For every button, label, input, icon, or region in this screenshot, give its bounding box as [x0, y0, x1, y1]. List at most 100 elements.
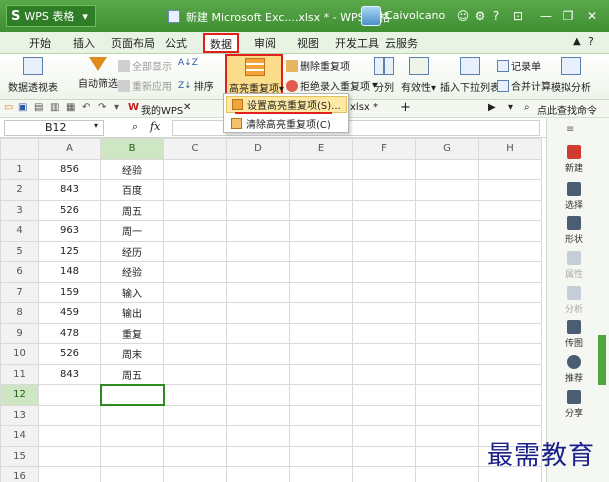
delete-duplicates-button[interactable]: 删除重复项 [286, 58, 350, 73]
autofilter-button[interactable]: 自动筛选 [78, 57, 118, 90]
tab-home[interactable]: 开始 [29, 35, 51, 52]
redo-icon[interactable]: ↷ [98, 102, 106, 113]
cell-b[interactable] [100, 466, 164, 482]
cell-empty[interactable] [163, 158, 227, 180]
clear-highlight-duplicates-item[interactable]: 清除高亮重复项(C) [226, 115, 347, 132]
cell-empty[interactable] [352, 158, 416, 180]
cell-a[interactable]: 526 [38, 199, 101, 221]
row-header[interactable]: 9 [0, 322, 39, 344]
cell-empty[interactable] [289, 179, 353, 201]
cell-empty[interactable] [478, 179, 542, 201]
cell-empty[interactable] [289, 343, 353, 365]
cell-empty[interactable] [163, 445, 227, 467]
cell-empty[interactable] [226, 199, 290, 221]
cell-empty[interactable] [415, 363, 479, 385]
cell-empty[interactable] [289, 261, 353, 283]
cell-empty[interactable] [478, 240, 542, 262]
cell-empty[interactable] [415, 466, 479, 482]
cell-empty[interactable] [163, 302, 227, 324]
cell-empty[interactable] [415, 384, 479, 406]
cell-empty[interactable] [163, 322, 227, 344]
active-cell[interactable] [99, 383, 165, 406]
show-all-button[interactable]: 全部显示 [118, 58, 172, 73]
print-preview-icon[interactable]: ▥ [50, 102, 59, 113]
cell-b[interactable]: 周一 [100, 220, 164, 242]
tab-developer[interactable]: 开发工具 [335, 35, 379, 52]
cell-empty[interactable] [352, 363, 416, 385]
avatar[interactable] [361, 6, 381, 26]
cell-empty[interactable] [478, 404, 542, 426]
pane-recommend-button[interactable]: 推荐 [556, 355, 592, 384]
cell-empty[interactable] [226, 363, 290, 385]
name-box[interactable]: B12 [4, 120, 104, 136]
pivot-table-button[interactable]: 数据透视表 [8, 57, 58, 94]
cell-empty[interactable] [289, 158, 353, 180]
cell-empty[interactable] [289, 240, 353, 262]
cell-a[interactable]: 843 [38, 363, 101, 385]
cell-b[interactable]: 输入 [100, 281, 164, 303]
open-icon[interactable]: ▭ [4, 102, 13, 113]
cell-empty[interactable] [352, 220, 416, 242]
cell-empty[interactable] [163, 425, 227, 447]
column-header-e[interactable]: E [289, 138, 353, 160]
cell-empty[interactable] [478, 343, 542, 365]
consolidate-button[interactable]: 合并计算 [497, 78, 551, 93]
undo-icon[interactable]: ↶ [82, 102, 90, 113]
cell-empty[interactable] [226, 384, 290, 406]
cell-empty[interactable] [478, 199, 542, 221]
cell-empty[interactable] [226, 466, 290, 482]
cell-empty[interactable] [289, 302, 353, 324]
cell-b[interactable]: 经验 [100, 158, 164, 180]
cell-empty[interactable] [478, 322, 542, 344]
cell-empty[interactable] [289, 445, 353, 467]
cell-empty[interactable] [226, 240, 290, 262]
pane-share-button[interactable]: 分享 [556, 390, 592, 419]
row-header[interactable]: 15 [0, 445, 39, 467]
cell-b[interactable]: 经验 [100, 261, 164, 283]
cell-empty[interactable] [478, 281, 542, 303]
cell-empty[interactable] [352, 425, 416, 447]
column-header-a[interactable]: A [38, 138, 101, 160]
cell-empty[interactable] [226, 158, 290, 180]
cell-empty[interactable] [226, 404, 290, 426]
restore-icon[interactable]: ❐ [560, 8, 576, 24]
customize-chevron-icon[interactable]: ▾ [114, 102, 119, 113]
cell-empty[interactable] [352, 240, 416, 262]
sort-ascending-button[interactable]: A↓Z [178, 58, 198, 68]
cell-a[interactable] [38, 425, 101, 447]
cell-empty[interactable] [289, 466, 353, 482]
cell-a[interactable]: 856 [38, 158, 101, 180]
row-header[interactable]: 7 [0, 281, 39, 303]
zoom-icon[interactable]: ⌕ [132, 120, 138, 134]
cell-b[interactable]: 百度 [100, 179, 164, 201]
cell-empty[interactable] [289, 220, 353, 242]
column-header-c[interactable]: C [163, 138, 227, 160]
cell-b[interactable]: 经历 [100, 240, 164, 262]
print-icon[interactable]: ▤ [34, 102, 43, 113]
tab-cloud[interactable]: 云服务 [385, 35, 418, 52]
search-icon[interactable]: ⌕ [524, 102, 530, 113]
cell-empty[interactable] [163, 384, 227, 406]
reject-duplicates-button[interactable]: 拒绝录入重复项 ▾ [286, 78, 377, 93]
pane-upload-image-button[interactable]: 传图 [556, 320, 592, 349]
cell-empty[interactable] [415, 445, 479, 467]
cell-empty[interactable] [415, 425, 479, 447]
ribbon-help-icon[interactable]: ? [588, 35, 594, 48]
row-header[interactable]: 1 [0, 158, 39, 180]
row-header[interactable]: 10 [0, 343, 39, 365]
user-name[interactable]: Caivolcano [385, 9, 445, 22]
pane-select-button[interactable]: 选择 [556, 182, 592, 211]
row-header[interactable]: 8 [0, 302, 39, 324]
insert-dropdown-list-button[interactable]: 插入下拉列表 [440, 57, 500, 94]
cell-empty[interactable] [226, 425, 290, 447]
cell-empty[interactable] [163, 343, 227, 365]
document-tab[interactable]: xlsx * [350, 102, 378, 113]
cell-a[interactable]: 459 [38, 302, 101, 324]
select-all-corner[interactable] [0, 138, 39, 160]
close-tab-icon[interactable]: ✕ [183, 102, 191, 113]
name-box-chevron-icon[interactable]: ▾ [94, 121, 98, 130]
cell-empty[interactable] [352, 466, 416, 482]
tab-formula[interactable]: 公式 [165, 35, 187, 52]
new-tab-button[interactable]: + [400, 100, 411, 115]
column-header-h[interactable]: H [478, 138, 542, 160]
